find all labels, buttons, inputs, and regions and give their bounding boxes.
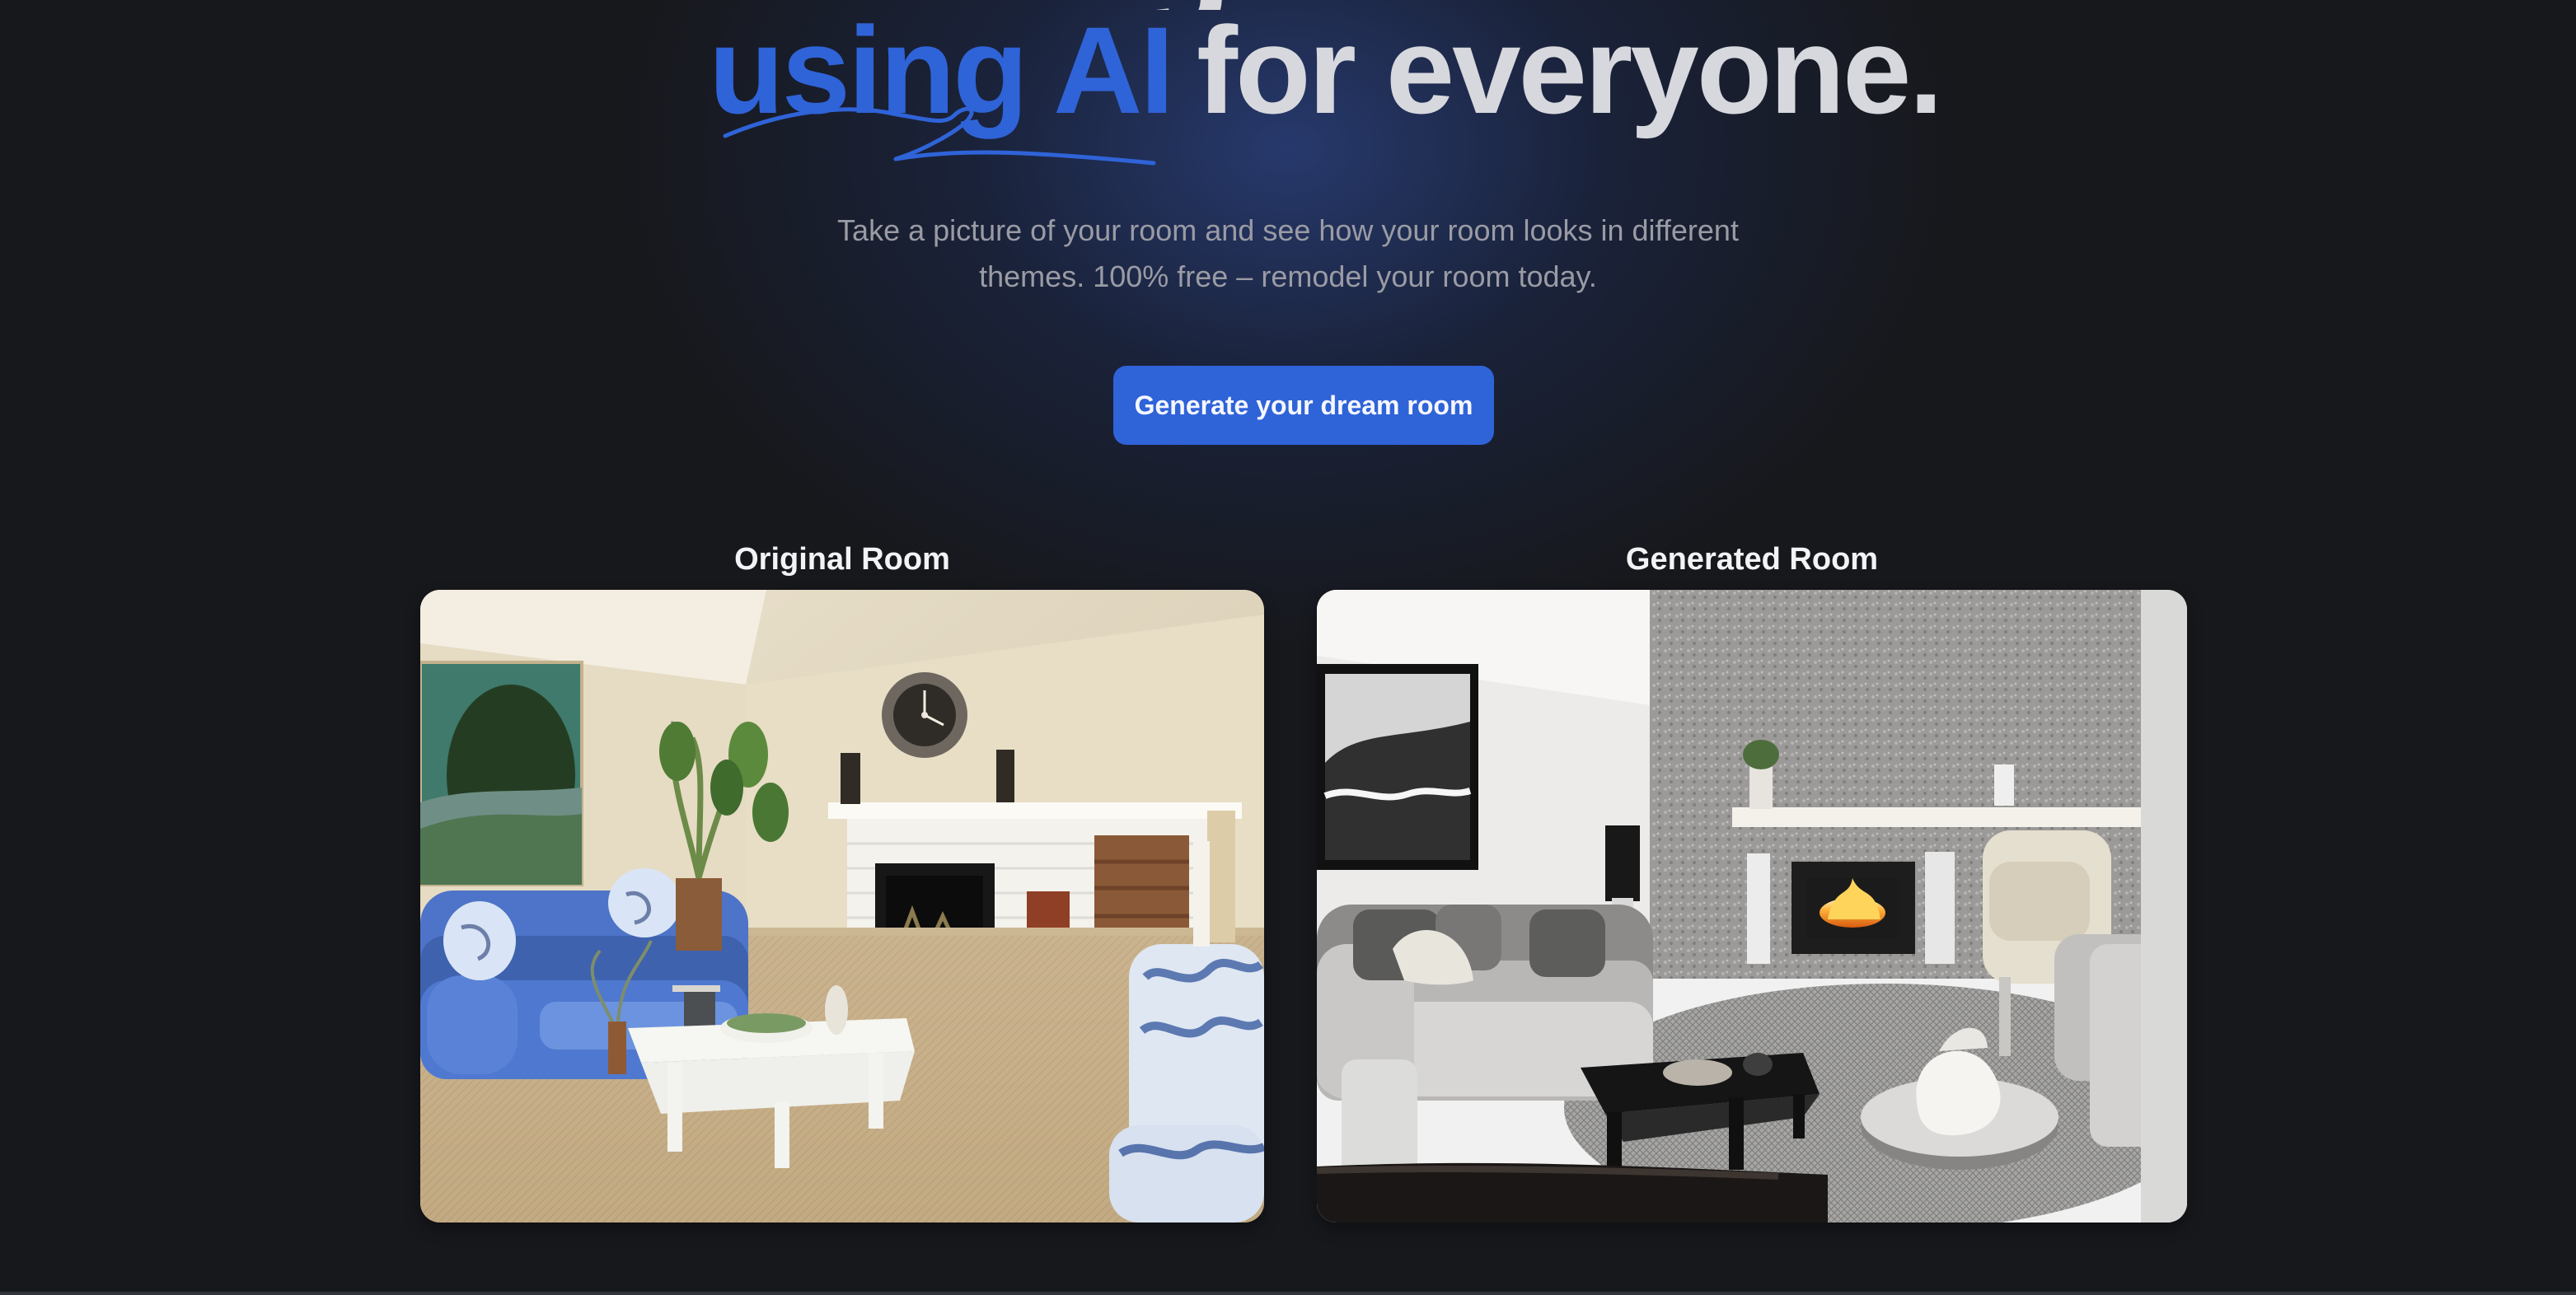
generate-dream-room-button[interactable]: Generate your dream room <box>1113 366 1494 445</box>
hero-subtitle-line-2: themes. 100% free – remodel your room to… <box>979 259 1597 293</box>
generated-room-label: Generated Room <box>1625 542 1879 577</box>
generated-room-image <box>1317 590 2187 1223</box>
original-room-image <box>420 590 1264 1223</box>
hero-subtitle-line-1: Take a picture of your room and see how … <box>837 213 1739 247</box>
squiggle-underline-icon <box>723 106 1156 166</box>
hero-subtitle: Take a picture of your room and see how … <box>814 208 1762 300</box>
generated-room-illustration <box>1317 590 2187 1223</box>
page-bottom-divider <box>0 1292 2576 1295</box>
headline-rest: for everyone. <box>1197 1 1943 139</box>
original-room-label: Original Room <box>734 542 950 577</box>
original-room-illustration <box>420 590 1264 1223</box>
landing-page: g using AIfor everyone. Take a picture o… <box>0 0 2576 1295</box>
